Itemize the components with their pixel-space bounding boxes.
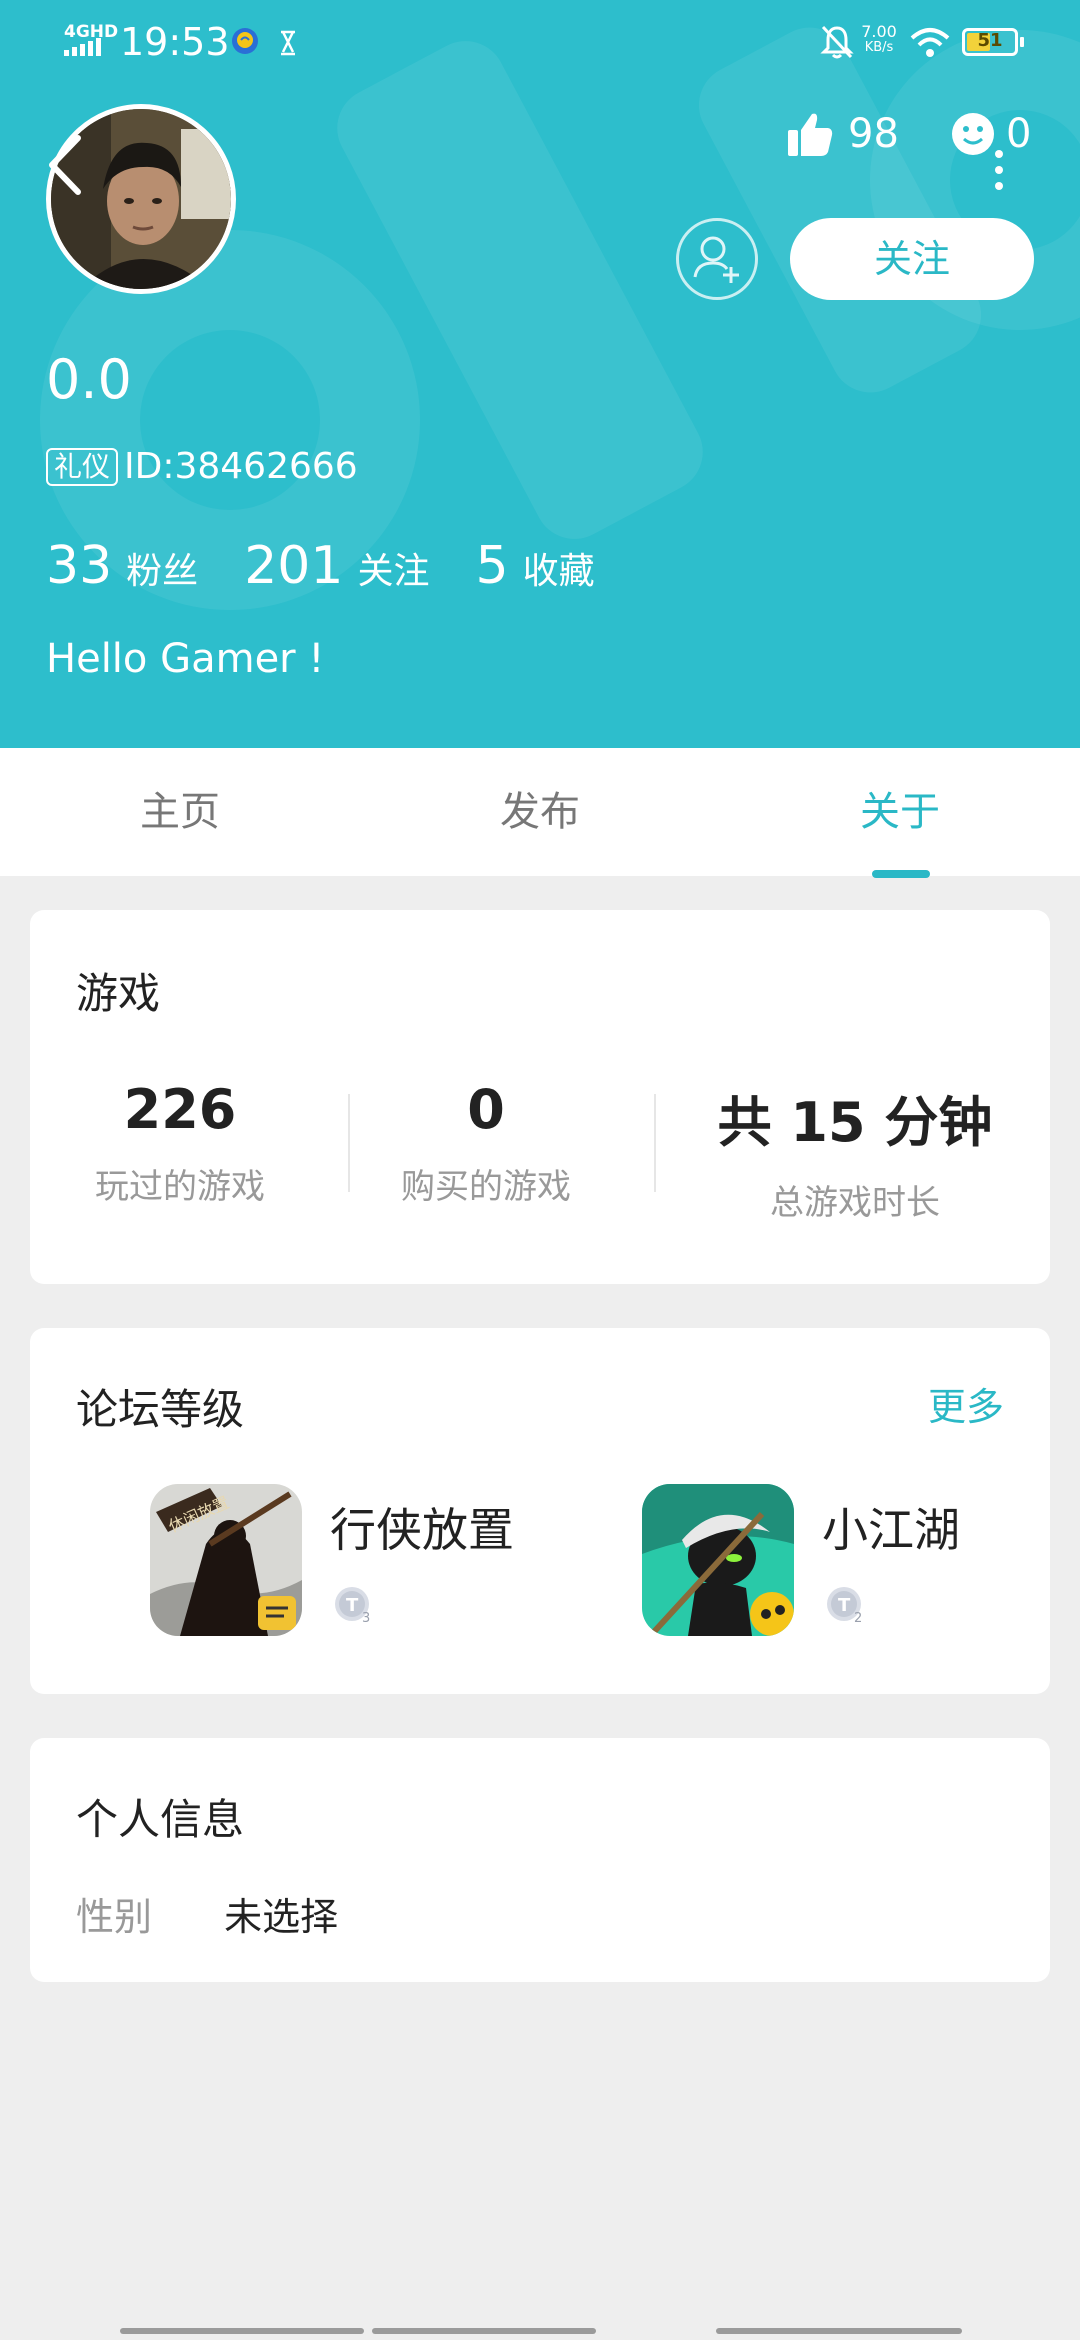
clock: 19:53: [120, 20, 230, 64]
nav-segment[interactable]: [120, 2328, 364, 2334]
follow-button[interactable]: 关注: [790, 218, 1034, 300]
forum-level-title: 论坛等级: [76, 1385, 245, 1434]
forum-game-name: 小江湖: [822, 1503, 960, 1557]
smile-count: 0: [1006, 111, 1032, 157]
personal-info-card: 个人信息 性别 未选择: [30, 1738, 1050, 1982]
hourglass-icon: [281, 30, 295, 56]
signal-icon: [64, 38, 101, 56]
fans-label[interactable]: 粉丝: [126, 542, 198, 594]
more-link[interactable]: 更多: [928, 1376, 1004, 1431]
wifi-icon: [910, 28, 950, 57]
user-bio: Hello Gamer !: [46, 636, 325, 682]
level-number: 3: [362, 1611, 370, 1626]
total-playtime-label: 总游戏时长: [770, 1183, 940, 1223]
gender-row: 性别 未选择: [76, 1886, 338, 1941]
battery-tip: [1020, 37, 1024, 47]
xingxia-game-art: 休闲放置: [150, 1484, 302, 1636]
svg-text:T: T: [838, 1595, 851, 1616]
purchased-games-count: 0: [467, 1078, 505, 1141]
system-nav-bar: [120, 2328, 962, 2334]
fans-count[interactable]: 33: [46, 536, 112, 596]
forum-game-name: 行侠放置: [330, 1503, 514, 1557]
mute-bell-icon: [820, 25, 854, 59]
gender-label: 性别: [76, 1895, 153, 1939]
played-games-count: 226: [123, 1078, 237, 1141]
stat-divider: [654, 1094, 656, 1192]
played-games-label: 玩过的游戏: [95, 1167, 265, 1207]
following-label[interactable]: 关注: [357, 542, 429, 594]
forum-item[interactable]: 休闲放置 行侠放置 T 3: [150, 1484, 514, 1636]
tab-posts[interactable]: 发布: [360, 748, 720, 876]
playtime-stat[interactable]: 共 15 分钟 总游戏时长: [670, 1078, 1040, 1224]
profile-stats: 33 粉丝 201 关注 5 收藏: [46, 536, 641, 596]
more-options-icon[interactable]: [992, 150, 1006, 190]
user-id: ID:38462666: [124, 446, 358, 487]
game-icon-xiaojianghu: [642, 1484, 794, 1636]
speed-unit: KB/s: [864, 40, 894, 55]
tab-home[interactable]: 主页: [0, 748, 360, 876]
nav-segment[interactable]: [372, 2328, 596, 2334]
favorites-label[interactable]: 收藏: [523, 542, 595, 594]
gender-value: 未选择: [224, 1895, 339, 1939]
smile-counter[interactable]: 0: [950, 104, 1031, 164]
forum-item[interactable]: 小江湖 T 2: [642, 1484, 982, 1636]
xiaojianghu-game-art: [642, 1484, 794, 1636]
speed-value: 7.00: [861, 22, 897, 41]
network-speed: 7.00 KB/s: [856, 24, 902, 56]
level-badge-icon: T 2: [827, 1587, 862, 1626]
following-count[interactable]: 201: [244, 536, 343, 596]
status-bar: 4GHD 19:53 7.00 KB/s 51: [0, 0, 1080, 84]
like-count: 98: [848, 111, 899, 157]
forum-level-card: 论坛等级 更多 休闲放置 行侠放置 T 3 小江湖 T 2: [30, 1328, 1050, 1694]
thumbs-up-icon: [788, 113, 833, 156]
stat-divider: [348, 1094, 350, 1192]
level-badge-icon: T 3: [335, 1587, 370, 1626]
battery-icon: 51: [962, 28, 1018, 56]
games-card: 游戏 226 玩过的游戏 0 购买的游戏 共 15 分钟 总游戏时长: [30, 910, 1050, 1284]
purchased-games-label: 购买的游戏: [401, 1167, 571, 1207]
user-tag-badge: 礼仪: [46, 448, 119, 486]
personal-info-title: 个人信息: [76, 1795, 245, 1844]
tab-about[interactable]: 关于: [720, 748, 1080, 876]
user-name: 0.0: [46, 348, 132, 411]
app-notification-icon: [232, 28, 258, 54]
total-playtime: 共 15 分钟: [717, 1091, 993, 1154]
games-card-title: 游戏: [76, 969, 161, 1018]
battery-percent: 51: [977, 30, 1003, 51]
purchased-games-stat[interactable]: 0 购买的游戏: [356, 1078, 616, 1208]
add-user-icon: [693, 236, 739, 283]
profile-tabs: 主页 发布 关于: [0, 748, 1080, 876]
add-friend-button[interactable]: [676, 218, 758, 300]
smile-icon: [952, 113, 994, 155]
svg-text:T: T: [346, 1595, 359, 1616]
like-counter[interactable]: 98: [786, 104, 899, 164]
favorites-count[interactable]: 5: [475, 536, 508, 596]
active-tab-indicator: [872, 870, 930, 878]
back-arrow-icon[interactable]: [40, 130, 90, 200]
level-number: 2: [854, 1611, 862, 1626]
game-icon-xingxia: 休闲放置: [150, 1484, 302, 1636]
profile-header: 4GHD 19:53 7.00 KB/s 51 98 0 关注 0.0 礼仪 I…: [0, 0, 1080, 748]
played-games-stat[interactable]: 226 玩过的游戏: [50, 1078, 310, 1208]
nav-segment[interactable]: [716, 2328, 962, 2334]
